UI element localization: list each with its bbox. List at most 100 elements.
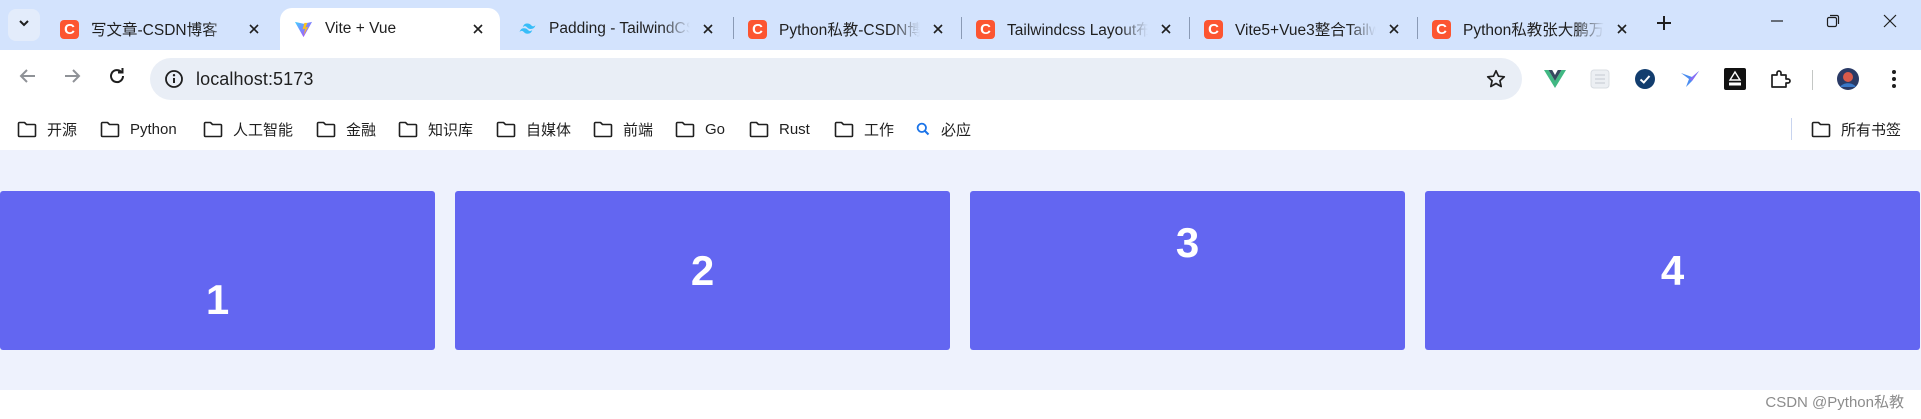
tab-search-button[interactable]: [8, 9, 40, 41]
bookmarks-divider: [1791, 118, 1792, 140]
bird-extension-icon[interactable]: [1678, 67, 1702, 91]
close-icon[interactable]: [1384, 19, 1404, 39]
folder-icon: [749, 120, 769, 138]
address-bar[interactable]: localhost:5173: [150, 58, 1522, 100]
new-tab-button[interactable]: [1651, 12, 1677, 38]
flex-item-label: 3: [1175, 219, 1200, 266]
csdn-icon: C: [748, 19, 767, 39]
flex-item-label: 4: [1660, 246, 1685, 294]
tab-title: Padding - TailwindCSS: [549, 20, 690, 37]
folder-icon: [316, 120, 336, 138]
restore-button[interactable]: [1810, 0, 1856, 46]
bookmark-folder-python[interactable]: Python: [100, 117, 177, 141]
bookmark-label: 知识库: [428, 121, 474, 139]
tab-title: Python私教张大鹏万: [1463, 22, 1604, 39]
avatar[interactable]: [1836, 67, 1860, 91]
page-content: 1 2 3 4: [0, 150, 1921, 390]
tab-vite-vue3-tailwind[interactable]: C Vite5+Vue3整合Tailwind: [1190, 8, 1416, 50]
url-text[interactable]: localhost:5173: [196, 69, 314, 90]
close-icon[interactable]: [468, 19, 488, 39]
tab-python-csdn[interactable]: C Python私教-CSDN博客: [734, 8, 960, 50]
plus-icon: [1656, 15, 1672, 36]
minimize-icon: [1770, 14, 1784, 33]
search-icon: [915, 120, 931, 138]
star-icon[interactable]: [1484, 67, 1508, 91]
flex-item-label: 2: [690, 246, 715, 294]
tab-tailwind-layout[interactable]: C Tailwindcss Layout布局: [962, 8, 1188, 50]
bookmark-label: Python: [130, 120, 177, 138]
tab-title: Python私教-CSDN博客: [779, 22, 920, 39]
close-icon[interactable]: [244, 19, 264, 39]
tailwind-icon: [518, 20, 537, 39]
vue-devtools-icon[interactable]: [1543, 67, 1567, 91]
puzzle-icon[interactable]: [1768, 67, 1792, 91]
csdn-icon: C: [976, 19, 995, 39]
folder-icon: [834, 120, 854, 138]
more-menu-icon[interactable]: [1882, 67, 1906, 91]
minimize-button[interactable]: [1754, 0, 1800, 46]
csdn-icon: C: [1432, 19, 1451, 39]
reload-icon: [107, 66, 127, 91]
tab-separator: [733, 17, 734, 39]
all-bookmarks-button[interactable]: 所有书签: [1811, 117, 1901, 141]
flex-item-3: 3: [970, 191, 1405, 350]
folder-icon: [100, 120, 120, 138]
bookmark-folder-rust[interactable]: Rust: [749, 117, 810, 141]
tab-title: 写文章-CSDN博客: [91, 22, 218, 39]
aitm-extension-icon[interactable]: [1723, 67, 1747, 91]
bookmark-label: 前端: [623, 121, 654, 139]
tab-separator: [961, 17, 962, 39]
flex-item-label: 1: [205, 276, 230, 323]
close-icon[interactable]: [1612, 19, 1632, 39]
tab-title: Vite5+Vue3整合Tailwind: [1235, 22, 1376, 39]
close-icon[interactable]: [1156, 19, 1176, 39]
csdn-icon: C: [1204, 19, 1223, 39]
tab-strip: C 写文章-CSDN博客 Vite + Vue Padding - Tailwi…: [0, 0, 1921, 50]
grid-extension-icon[interactable]: [1588, 67, 1612, 91]
bookmark-label: 开源: [47, 121, 78, 139]
tab-python-teacher[interactable]: C Python私教张大鹏万: [1418, 8, 1644, 50]
flex-item-4: 4: [1425, 191, 1920, 350]
bookmark-folder-work[interactable]: 工作: [834, 117, 894, 141]
bookmark-label: Rust: [779, 120, 810, 138]
vite-icon: [294, 20, 313, 39]
watermark: CSDN @Python私教: [1765, 394, 1904, 411]
tab-separator: [1417, 17, 1418, 39]
tab-tailwind-padding[interactable]: Padding - TailwindCSS: [504, 8, 730, 50]
tab-title: Tailwindcss Layout布局: [1007, 22, 1148, 39]
bookmark-folder-media[interactable]: 自媒体: [496, 117, 571, 141]
csdn-icon: C: [60, 19, 79, 39]
close-window-button[interactable]: [1867, 0, 1913, 46]
flex-item-2: 2: [455, 191, 950, 350]
close-icon[interactable]: [928, 19, 948, 39]
chevron-down-icon: [17, 16, 31, 35]
folder-icon: [496, 120, 516, 138]
check-extension-icon[interactable]: [1633, 67, 1657, 91]
info-icon[interactable]: [162, 67, 186, 91]
bookmark-label: 必应: [941, 121, 972, 139]
all-bookmarks-label: 所有书签: [1841, 121, 1902, 139]
back-button[interactable]: [12, 62, 44, 94]
folder-icon: [1811, 120, 1831, 138]
folder-icon: [17, 120, 37, 138]
folder-icon: [675, 120, 695, 138]
bookmark-bing[interactable]: 必应: [915, 117, 971, 141]
bookmark-folder-frontend[interactable]: 前端: [593, 117, 653, 141]
tab-csdn-write[interactable]: C 写文章-CSDN博客: [46, 8, 276, 50]
folder-icon: [203, 120, 223, 138]
bookmark-label: 工作: [864, 121, 895, 139]
arrow-left-icon: [18, 66, 38, 91]
tab-vite-vue[interactable]: Vite + Vue: [280, 8, 500, 50]
forward-button[interactable]: [56, 62, 88, 94]
bookmark-folder-knowledge[interactable]: 知识库: [398, 117, 473, 141]
toolbar: localhost:5173: [0, 50, 1921, 108]
bookmark-folder-opensource[interactable]: 开源: [17, 117, 77, 141]
reload-button[interactable]: [101, 62, 133, 94]
bookmark-folder-finance[interactable]: 金融: [316, 117, 376, 141]
bookmark-folder-ai[interactable]: 人工智能: [203, 117, 293, 141]
close-icon[interactable]: [698, 19, 718, 39]
tab-title: Vite + Vue: [325, 20, 397, 37]
bookmark-label: 金融: [346, 121, 377, 139]
folder-icon: [593, 120, 613, 138]
bookmark-folder-go[interactable]: Go: [675, 117, 725, 141]
